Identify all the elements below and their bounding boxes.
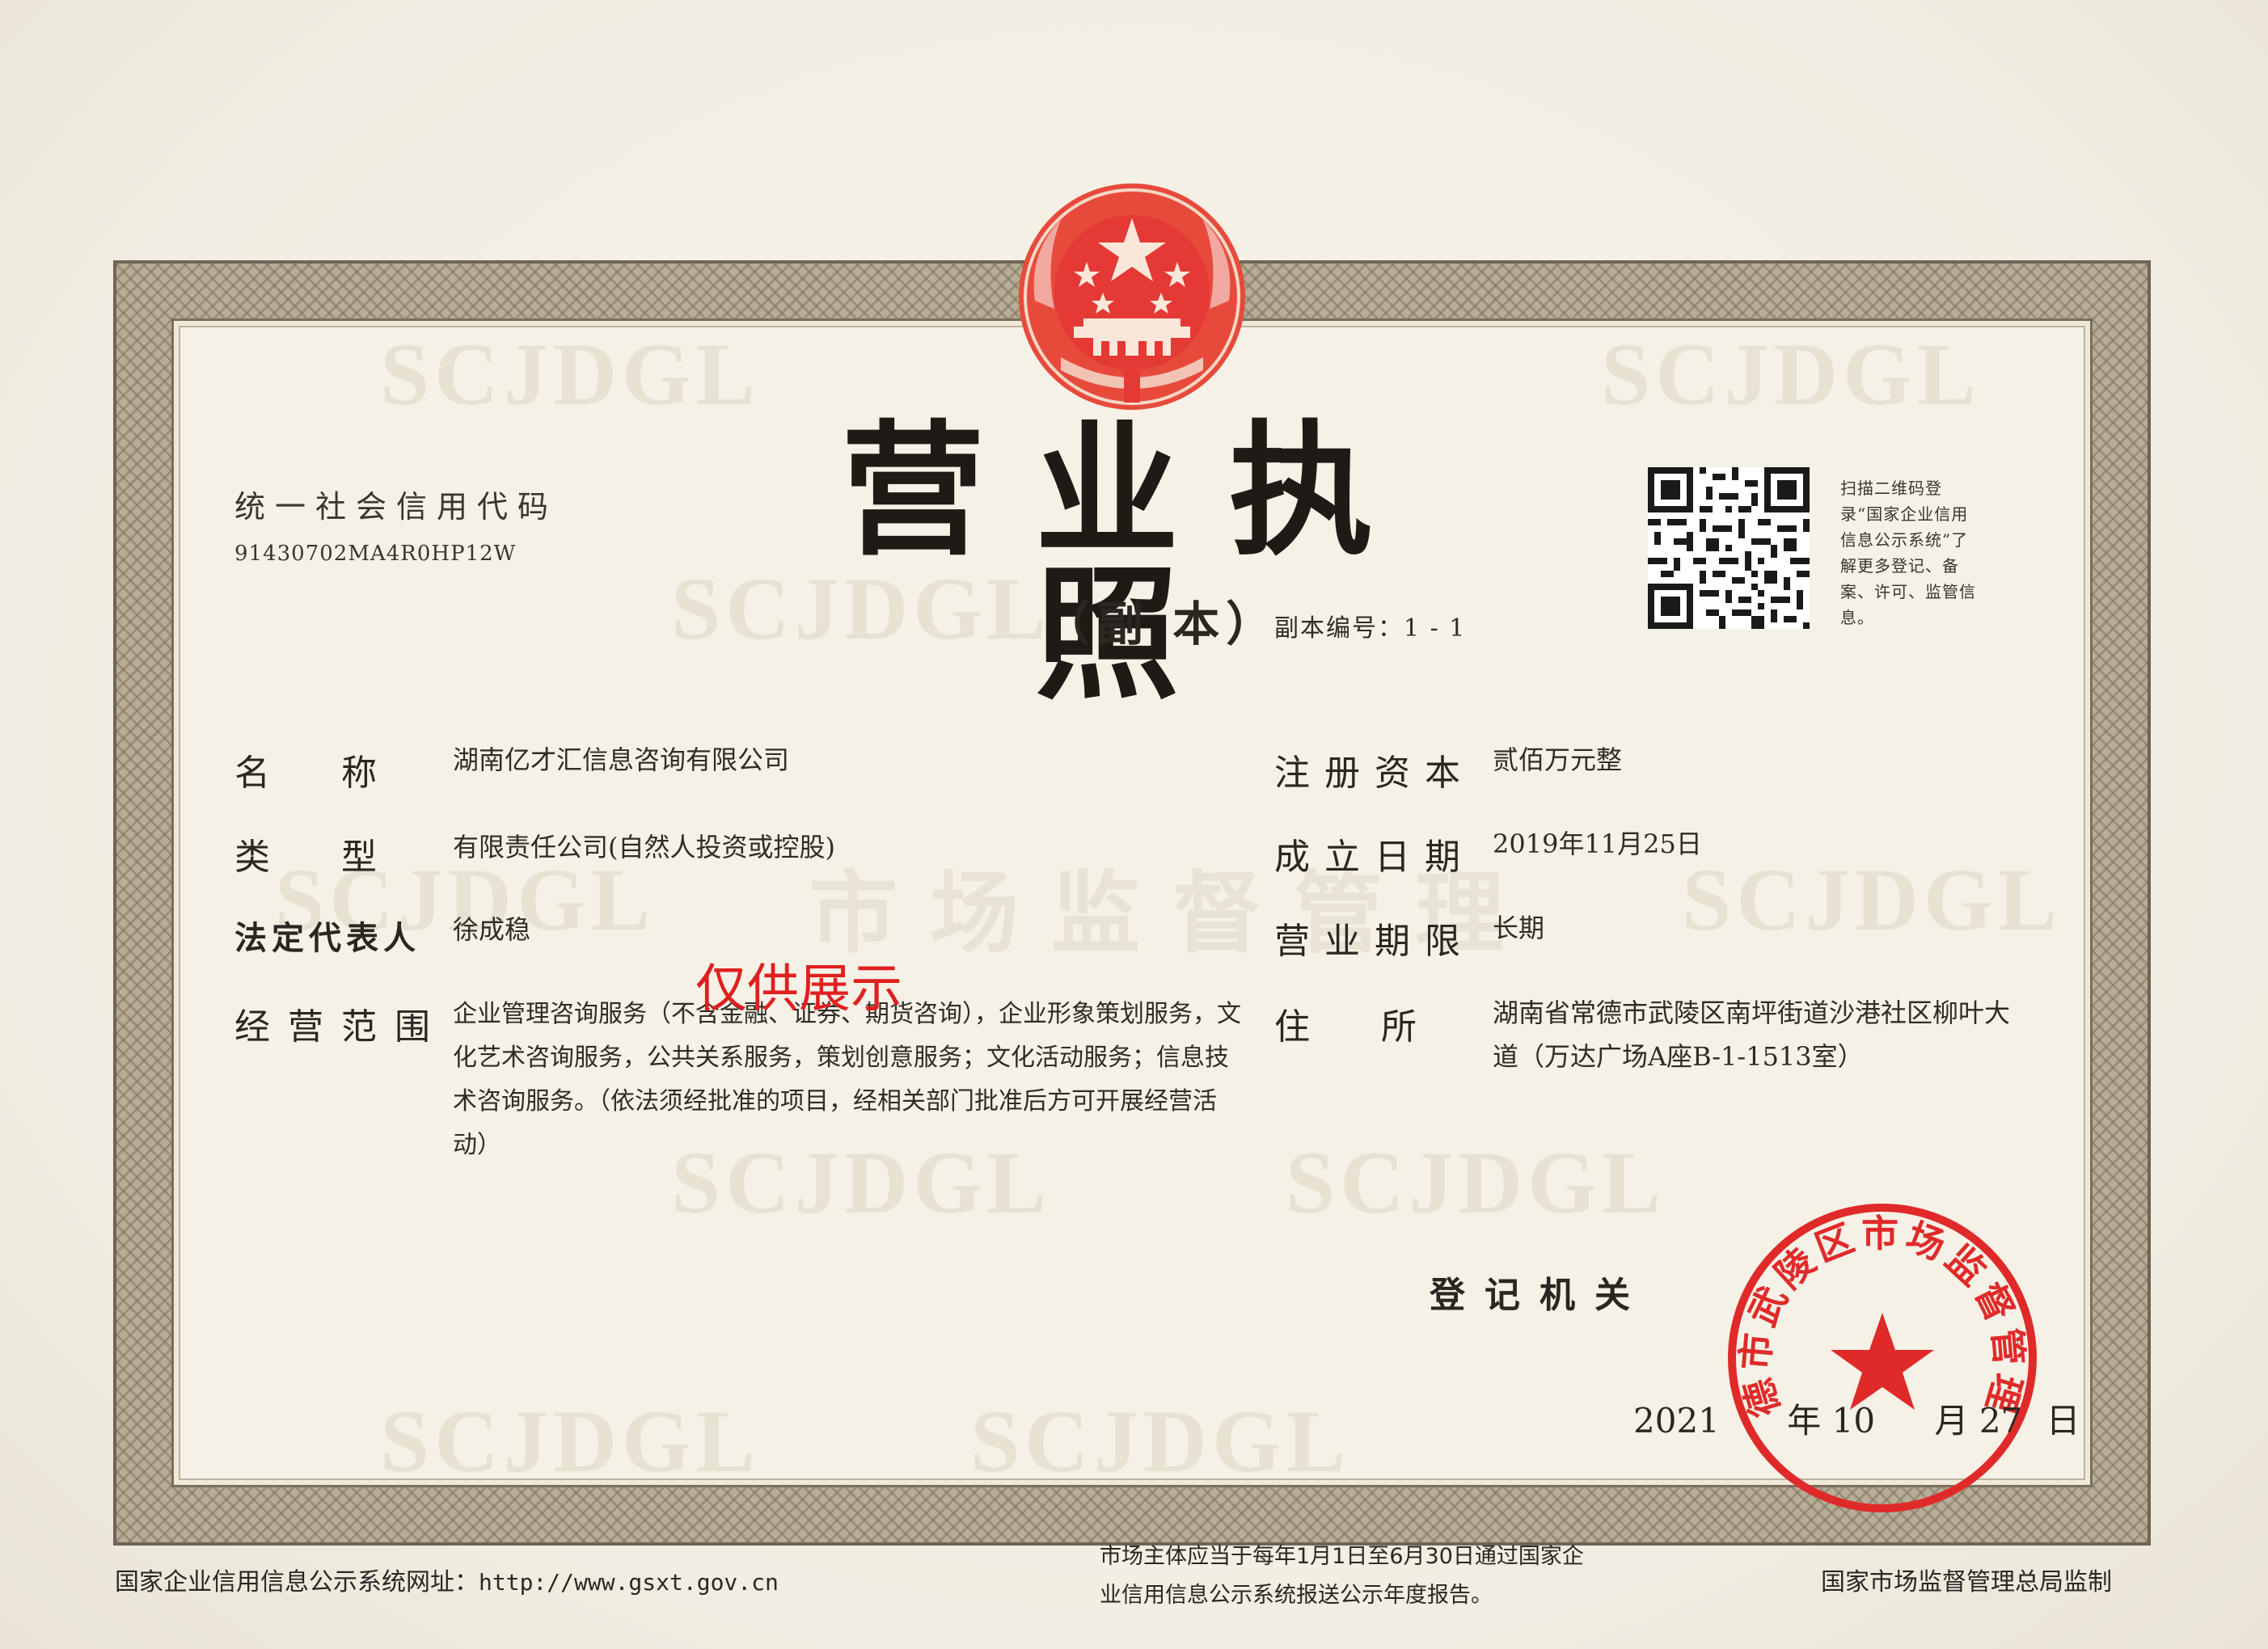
registration-authority-label: 登记机关 [1430,1275,1649,1316]
term-label: 营业期限 [1274,921,1475,962]
year-unit: 年 [1787,1401,1822,1440]
legal-rep-value: 徐成稳 [453,914,531,945]
document-title: 营业执照 [841,406,1423,719]
credit-code-value: 91430702MA4R0HP12W [234,542,517,566]
legal-rep-label: 法定代表人 [234,920,420,957]
national-emblem-icon [1019,183,1245,410]
name-value: 湖南亿才汇信息咨询有限公司 [453,744,790,775]
scope-label: 经营范围 [234,1006,448,1048]
issue-month: 10 [1831,1401,1876,1440]
issue-year: 2021 [1633,1401,1720,1440]
footer-left: 国家企业信用信息公示系统网址：http://www.gsxt.gov.cn [115,1562,779,1597]
term-value: 长期 [1493,913,1545,943]
footer-right: 国家市场监督管理总局监制 [1821,1568,2112,1596]
copy-number: 副本编号：1 - 1 [1274,614,1467,643]
footer-left-label: 国家企业信用信息公示系统网址： [115,1568,479,1596]
name-label: 名 称 [234,753,377,794]
established-label: 成立日期 [1274,837,1475,878]
display-only-overlay: 仅供展示 [695,959,902,1019]
qr-instructions: 扫描二维码登录“国家企业信用信息公示系统”了解更多登记、备案、许可、监管信息。 [1840,479,1976,627]
capital-label: 注册资本 [1274,753,1475,794]
footer-url: http://www.gsxt.gov.cn [479,1569,779,1596]
established-value: 2019年11月25日 [1493,829,1702,859]
day-unit: 日 [2046,1401,2080,1440]
document-subtitle: （副 本） [1043,597,1280,652]
type-value: 有限责任公司(自然人投资或控股) [453,832,835,862]
qr-code-icon [1648,467,1810,629]
official-seal-icon: 常德市武陵区市场监督管理局 [1724,1200,2037,1512]
issue-date: 2021 年 10 月 27 日 [1633,1394,2080,1443]
credit-code-label: 统一社会信用代码 [234,489,559,525]
address-label: 住 所 [1274,1006,1417,1048]
month-unit: 月 [1934,1401,1969,1440]
address-value: 湖南省常德市武陵区南坪街道沙港社区柳叶大道（万达广场A座B-1-1513室） [1493,997,2011,1072]
type-label: 类 型 [234,837,377,878]
capital-value: 贰佰万元整 [1493,744,1623,775]
issue-day: 27 [1979,1401,2023,1440]
footer-annual-report-note: 市场主体应当于每年1月1日至6月30日通过国家企业信用信息公示系统报送公示年度报… [1100,1544,1584,1608]
